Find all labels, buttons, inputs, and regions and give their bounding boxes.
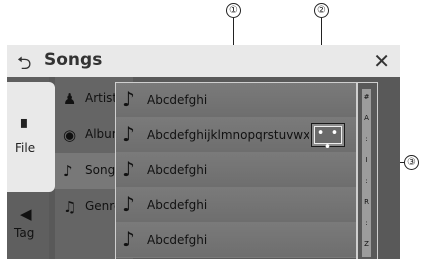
song-row[interactable]: ♪ Abcdefghijklmnopqrstuvwxyz • • •: [116, 118, 357, 155]
music-note-icon: ♪: [122, 87, 135, 111]
index-separator: :: [365, 135, 368, 143]
index-letter[interactable]: A: [362, 114, 371, 122]
music-note-icon: ♪: [122, 227, 135, 251]
tab-file[interactable]: ▘ File: [7, 82, 55, 192]
song-list: ♪ Abcdefghi ♪ Abcdefghijklmnopqrstuvwxyz…: [115, 82, 358, 259]
tab-tag[interactable]: ◀ Tag: [7, 202, 49, 252]
index-letter[interactable]: R: [362, 198, 371, 206]
index-separator: :: [365, 219, 368, 227]
source-tabs: ▘ File ◀ Tag: [7, 77, 55, 259]
index-separator: :: [365, 177, 368, 185]
disc-icon: ◉: [63, 126, 77, 144]
tab-file-label: File: [15, 141, 36, 155]
music-note-icon: ♪: [63, 162, 73, 180]
callout-2: ②: [314, 3, 329, 18]
song-row[interactable]: ♪ Abcdefghi: [116, 223, 357, 258]
close-icon[interactable]: ✕: [373, 49, 390, 73]
callout-1: ①: [226, 3, 241, 18]
tag-icon: ◀: [20, 205, 32, 223]
song-row[interactable]: ♪ Abcdefghi: [116, 153, 357, 188]
song-title: Abcdefghi: [147, 93, 208, 107]
alphabet-index-bar[interactable]: # A : I : R : Z: [362, 89, 371, 257]
index-letter[interactable]: Z: [362, 240, 371, 248]
music-note-icon: ♪: [122, 192, 135, 216]
tab-tag-label: Tag: [14, 226, 35, 240]
music-note-icon: ♪: [122, 122, 135, 146]
song-title: Abcdefghi: [147, 233, 208, 247]
song-title: Abcdefghi: [147, 163, 208, 177]
index-letter[interactable]: I: [362, 156, 371, 164]
header-bar: ⮌ Songs ✕: [7, 45, 400, 77]
music-note-icon: ♪: [122, 157, 135, 181]
song-title: Abcdefghijklmnopqrstuvwxyz: [147, 128, 309, 142]
person-icon: ♟: [63, 90, 77, 108]
more-options-highlight: • • •: [311, 123, 345, 155]
file-icon: ▘: [21, 119, 33, 137]
index-letter[interactable]: #: [362, 93, 371, 101]
songs-screen: ⮌ Songs ✕ ▘ File ◀ Tag ♟ Artists ◉ Album…: [7, 45, 400, 259]
guitar-icon: ♫: [63, 198, 77, 216]
callout-3: ③: [404, 155, 419, 170]
song-row[interactable]: ♪ Abcdefghi: [116, 83, 357, 118]
song-row[interactable]: ♪ Abcdefghi: [116, 188, 357, 223]
page-title: Songs: [44, 50, 103, 70]
song-title: Abcdefghi: [147, 198, 208, 212]
more-options-button[interactable]: • • •: [314, 126, 342, 155]
